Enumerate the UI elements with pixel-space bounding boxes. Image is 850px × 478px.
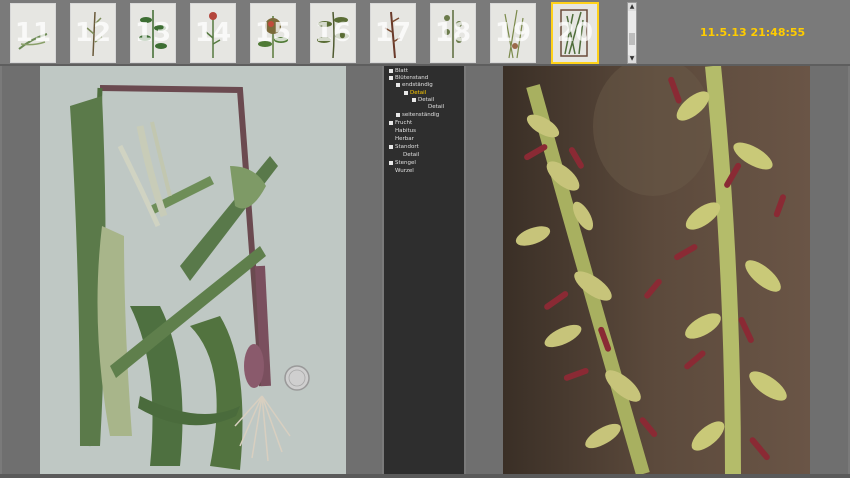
tree-item-blatt[interactable]: Blatt	[389, 68, 408, 75]
herbarium-specimen-drawing	[40, 66, 346, 474]
thumbnail-16[interactable]: 16	[310, 3, 356, 63]
expand-box-icon[interactable]	[389, 160, 393, 165]
tree-item-frucht[interactable]: Frucht	[389, 120, 412, 127]
thumbnail-number: 15	[254, 18, 292, 48]
tree-item-standort[interactable]: Standort	[389, 144, 419, 151]
collapse-box-icon[interactable]	[404, 90, 408, 95]
detail-photo[interactable]	[503, 66, 810, 474]
expand-box-icon[interactable]	[389, 68, 393, 73]
collapse-box-icon[interactable]	[396, 82, 400, 87]
scroll-down-icon[interactable]: ▼	[628, 55, 636, 63]
datetime-display: 11.5.13 21:48:55	[700, 26, 806, 39]
thumbnail-19[interactable]: 19	[490, 3, 536, 63]
thumbnail-number: 17	[374, 18, 412, 48]
thumbnail-scrollbar[interactable]: ▲ ▼	[627, 2, 637, 64]
footer-bar	[0, 474, 850, 478]
thumbnail-number: 16	[314, 18, 352, 48]
collapse-box-icon[interactable]	[389, 144, 393, 149]
tree-item-stengel[interactable]: Stengel	[389, 160, 416, 167]
tree-item-endstaendig[interactable]: endständig	[396, 82, 433, 89]
thumbnail-number: 14	[194, 18, 232, 48]
tree-item-standort-detail[interactable]: Detail	[403, 152, 419, 159]
collapse-box-icon[interactable]	[412, 97, 416, 102]
thumbnail-20[interactable]: 20	[551, 2, 599, 64]
thumbnail-13[interactable]: 13	[130, 3, 176, 63]
tree-item-seitenstaendig[interactable]: seitenständig	[396, 112, 439, 119]
expand-box-icon[interactable]	[396, 112, 400, 117]
thumbnail-number: 12	[74, 18, 112, 48]
tree-item-detail-leaf[interactable]: Detail	[428, 104, 444, 111]
tree-item-wurzel[interactable]: Wurzel	[395, 168, 414, 175]
category-tree: Blatt Blütenstand endständig Detail Deta…	[384, 66, 464, 474]
thumbnail-14[interactable]: 14	[190, 3, 236, 63]
thumbnail-12[interactable]: 12	[70, 3, 116, 63]
thumbnail-number: 13	[134, 18, 172, 48]
thumbnail-strip: 11 12 13 14 15 16 17 18 19 20 ▲ ▼ 11.5.1…	[0, 0, 850, 64]
thumbnail-number: 20	[556, 18, 594, 48]
herbarium-image[interactable]	[40, 66, 346, 474]
tree-item-detail-selected[interactable]: Detail	[404, 90, 426, 97]
tree-item-herbar[interactable]: Herbar	[395, 136, 414, 143]
thumbnail-number: 19	[494, 18, 532, 48]
thumbnail-15[interactable]: 15	[250, 3, 296, 63]
thumbnail-number: 18	[434, 18, 472, 48]
tree-item-habitus[interactable]: Habitus	[395, 128, 416, 135]
tree-item-bluetenstand[interactable]: Blütenstand	[389, 75, 428, 82]
tassel-closeup-drawing	[503, 66, 810, 474]
thumbnail-number: 11	[14, 18, 52, 48]
thumbnail-18[interactable]: 18	[430, 3, 476, 63]
scroll-up-icon[interactable]: ▲	[628, 3, 636, 11]
thumbnail-11[interactable]: 11	[10, 3, 56, 63]
expand-box-icon[interactable]	[389, 120, 393, 125]
collapse-box-icon[interactable]	[389, 75, 393, 80]
scrollbar-thumb[interactable]	[629, 33, 635, 45]
tree-item-detail[interactable]: Detail	[412, 97, 434, 104]
thumbnail-17[interactable]: 17	[370, 3, 416, 63]
